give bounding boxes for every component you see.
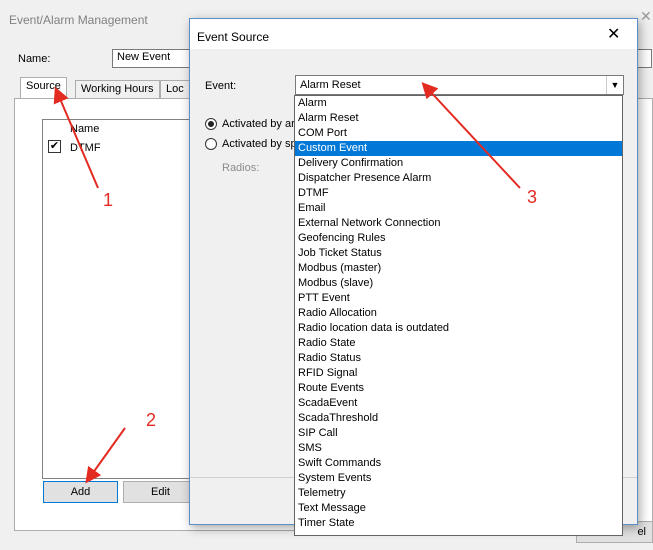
annotation-number-1: 1 [103,190,114,210]
annotation-arrow-2 [85,427,126,484]
annotation-number-3: 3 [527,187,538,207]
annotation-arrow-1 [53,86,99,189]
annotation-arrows [53,82,521,484]
annotation-number-2: 2 [146,410,157,430]
annotation-arrow-3 [421,82,521,189]
